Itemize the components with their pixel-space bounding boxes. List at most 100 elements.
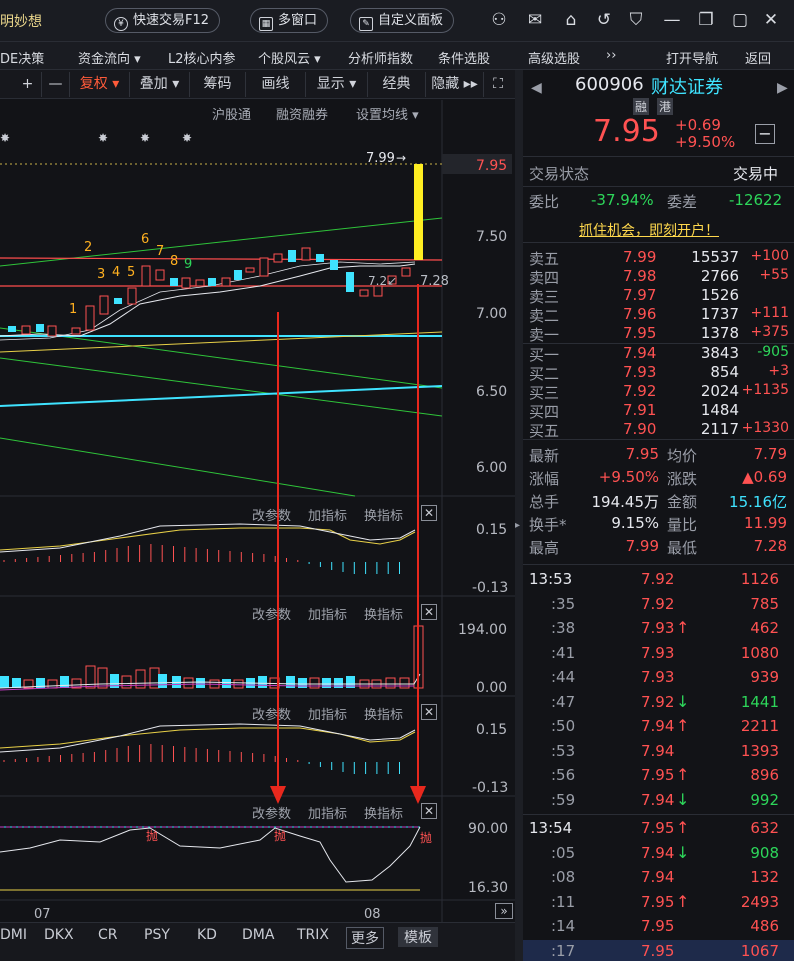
- tab-dma[interactable]: DMA: [242, 927, 274, 943]
- volume-bar[interactable]: [97, 667, 108, 689]
- tick-row[interactable]: :38 7.93 ↑ 462: [523, 617, 794, 640]
- candle[interactable]: [8, 326, 16, 332]
- candle[interactable]: [195, 279, 205, 287]
- panel2-edit-params[interactable]: 改参数: [252, 604, 291, 623]
- panel4-close-icon[interactable]: ✕: [421, 803, 437, 819]
- candle[interactable]: [71, 327, 81, 335]
- candle[interactable]: [330, 260, 338, 270]
- tick-row[interactable]: :17 7.95 1067: [523, 939, 794, 961]
- menu-more[interactable]: ››: [606, 48, 616, 63]
- candle[interactable]: [401, 267, 411, 277]
- tab-cr[interactable]: CR: [98, 927, 118, 943]
- ask-row[interactable]: 卖四 7.98 2766 +55: [523, 267, 794, 287]
- splitter[interactable]: ▸: [515, 70, 523, 961]
- panel1-swap-indicator[interactable]: 换指标: [364, 505, 403, 524]
- tab-dmi[interactable]: DMI: [0, 927, 27, 943]
- menu-stock-wind[interactable]: 个股风云 ▾: [258, 48, 321, 67]
- panel1-add-indicator[interactable]: 加指标: [308, 505, 347, 524]
- bid-row[interactable]: 买五 7.90 2117 +1330: [523, 420, 794, 440]
- limit-up-candle[interactable]: [414, 164, 423, 260]
- volume-bar[interactable]: [322, 678, 331, 688]
- splitter-handle-icon[interactable]: ▸: [515, 520, 520, 531]
- bid-row[interactable]: 买三 7.92 2024 +1135: [523, 382, 794, 402]
- candle[interactable]: [234, 270, 242, 280]
- tick-row[interactable]: :50 7.94 ↑ 2211: [523, 715, 794, 738]
- panel4-edit-params[interactable]: 改参数: [252, 803, 291, 822]
- menu-l2[interactable]: L2核心内参: [168, 48, 236, 67]
- volume-bar[interactable]: [309, 677, 320, 689]
- tick-row[interactable]: :35 7.92 785: [523, 593, 794, 616]
- volume-bar[interactable]: [121, 675, 132, 689]
- panel2-close-icon[interactable]: ✕: [421, 604, 437, 620]
- display-button[interactable]: 显示 ▾: [306, 72, 368, 97]
- volume-bar[interactable]: [183, 677, 194, 689]
- menu-fund-flow[interactable]: 资金流向 ▾: [78, 48, 141, 67]
- remove-watch-icon[interactable]: −: [755, 124, 775, 144]
- volume-bar[interactable]: [233, 679, 244, 689]
- tick-row[interactable]: :44 7.93 939: [523, 666, 794, 689]
- tab-dkx[interactable]: DKX: [44, 927, 74, 943]
- bid-row[interactable]: 买四 7.91 1484: [523, 401, 794, 421]
- volume-bar[interactable]: [298, 678, 307, 688]
- close-icon[interactable]: ✕: [761, 10, 781, 30]
- candle[interactable]: [359, 289, 369, 297]
- candle[interactable]: [21, 325, 31, 335]
- menu-analyst[interactable]: 分析师指数: [348, 48, 413, 67]
- menu-advanced[interactable]: 高级选股: [528, 48, 580, 67]
- custom-panel-button[interactable]: ✎ 自定义面板: [350, 8, 455, 33]
- candle[interactable]: [346, 272, 354, 292]
- tick-row[interactable]: :56 7.95 ↑ 896: [523, 764, 794, 787]
- fullscreen-icon[interactable]: ⛶: [484, 72, 512, 97]
- panel3-swap-indicator[interactable]: 换指标: [364, 704, 403, 723]
- panel3-close-icon[interactable]: ✕: [421, 704, 437, 720]
- candle[interactable]: [170, 278, 178, 286]
- volume-bar[interactable]: [0, 676, 9, 688]
- panel3-edit-params[interactable]: 改参数: [252, 704, 291, 723]
- panel1-edit-params[interactable]: 改参数: [252, 505, 291, 524]
- back-icon[interactable]: ↺: [594, 10, 614, 30]
- volume-bar[interactable]: [158, 674, 167, 688]
- restore-rights-button[interactable]: 复权 ▾: [70, 72, 130, 97]
- minimize-icon[interactable]: —: [662, 10, 682, 30]
- volume-bar[interactable]: [60, 676, 69, 688]
- candle[interactable]: [208, 278, 216, 286]
- panel2-swap-indicator[interactable]: 换指标: [364, 604, 403, 623]
- prev-stock-icon[interactable]: ◀: [531, 80, 542, 96]
- tick-row[interactable]: :47 7.92 ↓ 1441: [523, 691, 794, 714]
- bid-row[interactable]: 买一 7.94 3843 -905: [523, 344, 794, 364]
- candle[interactable]: [221, 277, 231, 287]
- volume-bar[interactable]: [334, 678, 343, 688]
- tab-trix[interactable]: TRIX: [297, 927, 329, 943]
- menu-return[interactable]: 返回: [745, 48, 771, 67]
- panel4-swap-indicator[interactable]: 换指标: [364, 803, 403, 822]
- tick-row[interactable]: :53 7.94 1393: [523, 740, 794, 763]
- candle[interactable]: [245, 267, 255, 273]
- event-star-icon[interactable]: ✸: [98, 131, 108, 145]
- tab-kd[interactable]: KD: [197, 927, 217, 943]
- candle[interactable]: [36, 324, 44, 332]
- ask-row[interactable]: 卖二 7.96 1737 +111: [523, 305, 794, 325]
- tick-row[interactable]: :59 7.94 ↓ 992: [523, 789, 794, 812]
- zoom-in-button[interactable]: +: [14, 72, 42, 97]
- candle[interactable]: [301, 247, 311, 261]
- candle[interactable]: [141, 265, 151, 287]
- volume-bar[interactable]: [222, 679, 231, 688]
- volume-bar[interactable]: [385, 677, 396, 689]
- menu-de[interactable]: DE决策: [0, 48, 44, 67]
- event-star-icon[interactable]: ✸: [182, 131, 192, 145]
- candle[interactable]: [316, 254, 324, 262]
- user-icon[interactable]: ⚇: [489, 10, 509, 30]
- candle[interactable]: [99, 295, 109, 315]
- volume-bar[interactable]: [12, 678, 21, 688]
- volume-bar[interactable]: [258, 676, 267, 688]
- candle[interactable]: [47, 325, 57, 337]
- skin-icon[interactable]: ⛉: [626, 10, 646, 30]
- volume-bar[interactable]: [196, 678, 205, 688]
- event-star-icon[interactable]: ✸: [0, 131, 10, 145]
- overlay-button[interactable]: 叠加 ▾: [130, 72, 190, 97]
- event-star-icon[interactable]: ✸: [140, 131, 150, 145]
- scroll-right-icon[interactable]: »: [495, 903, 513, 919]
- panel1-close-icon[interactable]: ✕: [421, 505, 437, 521]
- tab-more[interactable]: 更多: [346, 927, 384, 949]
- ask-row[interactable]: 卖三 7.97 1526: [523, 286, 794, 306]
